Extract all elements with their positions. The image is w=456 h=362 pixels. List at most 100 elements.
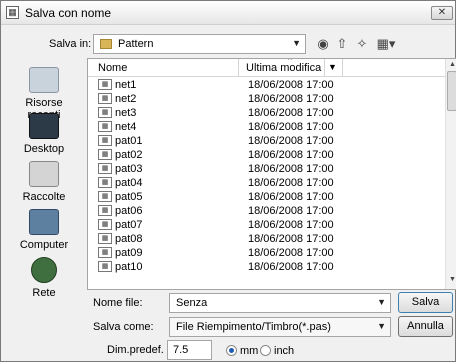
file-row[interactable]: ▦ net4 18/06/2008 17:00	[88, 120, 445, 134]
save-in-value: Pattern	[118, 38, 154, 50]
unit-mm-radio[interactable]	[226, 345, 237, 356]
place-label: Rete	[32, 287, 56, 299]
column-divider[interactable]	[238, 59, 239, 77]
recent-icon	[29, 67, 59, 93]
file-row[interactable]: ▦ net1 18/06/2008 17:00	[88, 78, 445, 92]
file-name: pat02	[115, 149, 143, 161]
scroll-thumb[interactable]	[447, 71, 456, 111]
file-modified: 18/06/2008 17:00	[248, 107, 334, 119]
file-row[interactable]: ▦ pat09 18/06/2008 17:00	[88, 246, 445, 260]
file-modified: 18/06/2008 17:00	[248, 135, 334, 147]
back-icon[interactable]: ◉	[315, 34, 331, 54]
file-row[interactable]: ▦ pat08 18/06/2008 17:00	[88, 232, 445, 246]
file-name: net1	[115, 79, 137, 91]
column-divider[interactable]	[342, 59, 343, 77]
pattern-file-icon: ▦	[98, 107, 112, 118]
file-name: pat04	[115, 177, 143, 189]
place-libraries[interactable]: Raccolte	[9, 161, 79, 203]
desktop-icon	[29, 113, 59, 139]
file-modified: 18/06/2008 17:00	[248, 121, 334, 133]
unit-mm-label[interactable]: mm	[240, 345, 258, 357]
file-name: pat10	[115, 261, 143, 273]
column-modified[interactable]: Ultima modifica	[246, 62, 321, 74]
cancel-button[interactable]: Annulla	[398, 316, 453, 337]
unit-inch-radio[interactable]	[260, 345, 271, 356]
pattern-file-icon: ▦	[98, 177, 112, 188]
file-list-header: Nome Ultima modifica ^ ▼	[88, 59, 445, 77]
place-label: Raccolte	[22, 191, 66, 203]
vertical-scrollbar[interactable]: ▲ ▼	[445, 59, 456, 289]
filetype-select[interactable]: File Riempimento/Timbro(*.pas) ▼	[169, 317, 391, 337]
file-name: pat06	[115, 205, 143, 217]
place-label: Desktop	[23, 143, 65, 155]
file-row[interactable]: ▦ pat06 18/06/2008 17:00	[88, 204, 445, 218]
pattern-file-icon: ▦	[98, 261, 112, 272]
file-modified: 18/06/2008 17:00	[248, 149, 334, 161]
pattern-file-icon: ▦	[98, 191, 112, 202]
file-name: pat05	[115, 191, 143, 203]
file-row[interactable]: ▦ pat04 18/06/2008 17:00	[88, 176, 445, 190]
libraries-icon	[29, 161, 59, 187]
chevron-down-icon[interactable]: ▼	[328, 62, 337, 72]
places-bar: Risorse recenti Desktop Raccolte Compute…	[9, 59, 79, 299]
file-name: pat09	[115, 247, 143, 259]
pattern-file-icon: ▦	[98, 247, 112, 258]
scroll-down-icon[interactable]: ▼	[449, 276, 456, 283]
file-name: pat08	[115, 233, 143, 245]
file-row[interactable]: ▦ pat01 18/06/2008 17:00	[88, 134, 445, 148]
filename-input[interactable]: Senza ▼	[169, 293, 391, 313]
file-row[interactable]: ▦ pat02 18/06/2008 17:00	[88, 148, 445, 162]
file-row[interactable]: ▦ net3 18/06/2008 17:00	[88, 106, 445, 120]
chevron-down-icon[interactable]: ▼	[377, 297, 386, 307]
save-button[interactable]: Salva	[398, 292, 453, 313]
place-network[interactable]: Rete	[9, 257, 79, 299]
default-dim-input[interactable]: 7.5	[167, 340, 212, 360]
computer-icon	[29, 209, 59, 235]
save-in-label: Salva in:	[49, 38, 92, 50]
place-label: Computer	[19, 239, 69, 251]
file-list[interactable]: Nome Ultima modifica ^ ▼ ▦ net1 18/06/2008…	[87, 58, 456, 290]
place-computer[interactable]: Computer	[9, 209, 79, 251]
file-row[interactable]: ▦ pat03 18/06/2008 17:00	[88, 162, 445, 176]
file-row[interactable]: ▦ pat10 18/06/2008 17:00	[88, 260, 445, 274]
pattern-file-icon: ▦	[98, 219, 112, 230]
file-name: net3	[115, 107, 137, 119]
filetype-value: File Riempimento/Timbro(*.pas)	[176, 321, 331, 333]
file-name: pat01	[115, 135, 143, 147]
file-name: net2	[115, 93, 137, 105]
unit-inch-label[interactable]: inch	[274, 345, 294, 357]
save-in-combo[interactable]: Pattern ▼	[93, 34, 306, 54]
app-icon: ▦	[6, 6, 19, 19]
column-divider[interactable]	[324, 59, 325, 77]
file-name: pat03	[115, 163, 143, 175]
sort-ascending-icon: ^	[288, 58, 292, 65]
filetype-label: Salva come:	[93, 321, 154, 333]
views-menu-icon[interactable]: ▦▾	[374, 34, 398, 54]
pattern-file-icon: ▦	[98, 135, 112, 146]
file-modified: 18/06/2008 17:00	[248, 191, 334, 203]
column-name[interactable]: Nome	[98, 62, 127, 74]
place-desktop[interactable]: Desktop	[9, 113, 79, 155]
filename-label: Nome file:	[93, 297, 143, 309]
file-modified: 18/06/2008 17:00	[248, 205, 334, 217]
file-row[interactable]: ▦ pat07 18/06/2008 17:00	[88, 218, 445, 232]
file-modified: 18/06/2008 17:00	[248, 219, 334, 231]
window-title: Salva con nome	[25, 6, 112, 20]
pattern-file-icon: ▦	[98, 163, 112, 174]
file-name: net4	[115, 121, 137, 133]
chevron-down-icon: ▼	[292, 38, 301, 48]
pattern-file-icon: ▦	[98, 233, 112, 244]
file-modified: 18/06/2008 17:00	[248, 79, 334, 91]
pattern-file-icon: ▦	[98, 205, 112, 216]
up-folder-icon[interactable]: ⇧	[334, 34, 350, 54]
file-row[interactable]: ▦ net2 18/06/2008 17:00	[88, 92, 445, 106]
close-button[interactable]: ✕	[431, 6, 453, 20]
file-modified: 18/06/2008 17:00	[248, 233, 334, 245]
scroll-up-icon[interactable]: ▲	[449, 61, 456, 68]
file-row[interactable]: ▦ pat05 18/06/2008 17:00	[88, 190, 445, 204]
new-folder-icon[interactable]: ✧	[353, 34, 371, 54]
default-dim-label: Dim.predef.	[107, 344, 164, 356]
folder-icon	[100, 39, 112, 49]
file-modified: 18/06/2008 17:00	[248, 177, 334, 189]
file-rows: ▦ net1 18/06/2008 17:00 ▦ net2 18/06/2008 17:…	[88, 78, 445, 274]
